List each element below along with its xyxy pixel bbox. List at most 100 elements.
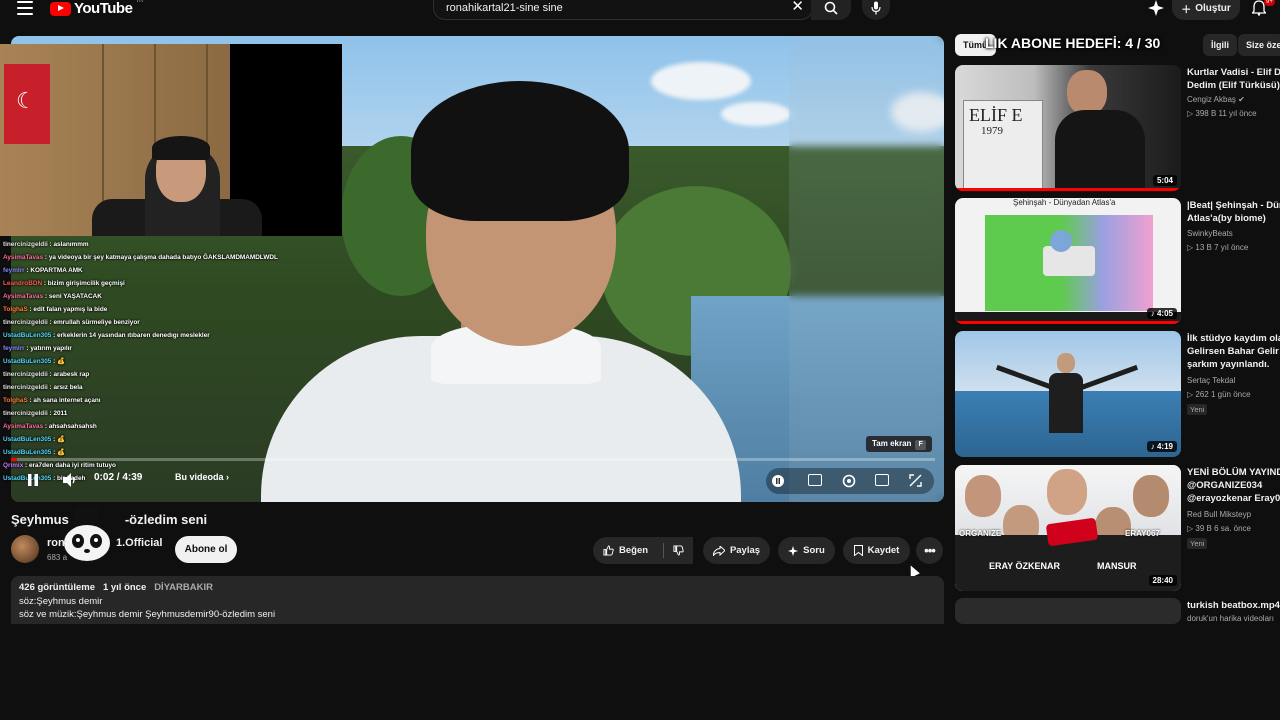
recommendation-title[interactable]: Kurtlar Vadisi - Elif De Dedim (Elif Tür… xyxy=(1187,66,1280,92)
stats-label: 39 B 6 sa. önce xyxy=(1195,524,1251,533)
recommendation-item[interactable]: turkish beatbox.mp4 doruk'un harika vide… xyxy=(955,598,1280,624)
duration-label: 4:19 xyxy=(1156,442,1173,451)
subscribe-button[interactable]: Abone ol xyxy=(175,536,237,563)
settings-gear-icon[interactable] xyxy=(841,473,857,489)
recommendation-item[interactable]: Şehinşah - Dünyadan Atlas'a ♪ 4:05 |Beat… xyxy=(955,198,1280,326)
video-frame-person-hair xyxy=(411,81,629,221)
search-button[interactable] xyxy=(811,0,851,20)
watched-progress xyxy=(955,321,1181,324)
progress-bar[interactable] xyxy=(11,458,935,461)
recommendation-thumbnail[interactable] xyxy=(955,598,1181,624)
ask-button[interactable]: Soru xyxy=(778,537,835,564)
recommendation-channel[interactable]: Cengiz Akbaş ✔ xyxy=(1187,95,1245,104)
share-icon xyxy=(712,545,725,556)
title-line: @erayozkenar Eray0 xyxy=(1187,493,1280,504)
fullscreen-icon[interactable] xyxy=(909,474,922,487)
chat-text: edit falan yapmış la bide xyxy=(33,306,108,313)
chat-text: ahsahsahsahsh xyxy=(48,423,97,430)
chat-text: erkeklerin 14 yasından ıtıbaren denedıgı… xyxy=(57,332,210,339)
recommendation-stats: ▷ 398 B 11 yıl önce xyxy=(1187,109,1257,118)
clear-search-icon[interactable]: ✕ xyxy=(791,0,804,14)
duration-badge: 5:04 xyxy=(1152,175,1177,186)
voice-search-button[interactable] xyxy=(862,0,890,20)
recommendation-title[interactable]: İlk stüdyo kaydım ola Gelirsen Bahar Gel… xyxy=(1187,332,1280,371)
view-count: 426 görüntüleme xyxy=(19,582,96,593)
thumb-text: ORGANIZE xyxy=(959,529,1002,538)
chapter-button[interactable]: Bu videoda › xyxy=(175,472,229,482)
tooltip-label: Tam ekran xyxy=(872,439,912,448)
chat-message: AysimaTavas : ya videoya bir şey katmaya… xyxy=(3,251,303,264)
recommendation-title[interactable]: YENİ BÖLÜM YAYIND @ORGANIZE034 @erayozke… xyxy=(1187,466,1280,505)
recommendation-thumbnail[interactable]: ♪ 4:19 xyxy=(955,331,1181,457)
title-line: turkish beatbox.mp4 xyxy=(1187,600,1280,611)
chat-username: UstadBuLen305 xyxy=(3,436,52,443)
logo-region: TR xyxy=(135,0,144,4)
autoplay-toggle-icon[interactable] xyxy=(772,475,784,487)
duration-badge: 28:40 xyxy=(1148,575,1177,586)
create-button[interactable]: ＋ Oluştur xyxy=(1172,0,1240,20)
chat-message: TolghaS : ah sana internet açanı xyxy=(3,394,303,407)
channel-name[interactable]: ron xyxy=(47,537,65,549)
turkish-flag-icon: ☾ xyxy=(4,64,50,144)
chat-text: bizim girişimcilik geçmişi xyxy=(47,280,125,287)
player-controls: 0:02 / 4:39 Bu videoda › xyxy=(11,466,944,496)
thumb-text: Şehinşah - Dünyadan Atlas'a xyxy=(1013,198,1116,207)
volume-icon[interactable] xyxy=(63,473,79,487)
chat-username: tinercinizgeldii xyxy=(3,384,48,391)
recommendation-stats: ▷ 39 B 6 sa. önce xyxy=(1187,524,1251,533)
title-line: @ORGANIZE034 xyxy=(1187,480,1263,491)
chat-username: feymlrr xyxy=(3,345,25,352)
recommendation-item[interactable]: ELİF E 1979 5:04 Kurtlar Vadisi - Elif D… xyxy=(955,65,1280,193)
tooltip-shortcut: F xyxy=(915,440,926,450)
chat-message: UstadBuLen305 : 💰 xyxy=(3,355,303,368)
title-line: İlk stüdyo kaydım ola xyxy=(1187,333,1280,344)
recommendation-thumbnail[interactable]: Şehinşah - Dünyadan Atlas'a ♪ 4:05 xyxy=(955,198,1181,324)
recommendation-thumbnail[interactable]: ORGANIZE ERAY ÖZKENAR MANSUR ERAY067 28:… xyxy=(955,465,1181,591)
description-line: söz ve müzik:Şeyhmus demir Şeyhmusdemir9… xyxy=(19,609,276,620)
microphone-icon xyxy=(871,1,881,15)
thumb-face xyxy=(1133,475,1169,517)
chat-message: tinercinizgeldii : arsız bela xyxy=(3,381,303,394)
channel-avatar[interactable] xyxy=(11,535,39,563)
recommendation-thumbnail[interactable]: ELİF E 1979 5:04 xyxy=(955,65,1181,191)
title-line: YENİ BÖLÜM YAYIND xyxy=(1187,467,1280,478)
thumb-face xyxy=(1057,353,1075,373)
save-button[interactable]: Kaydet xyxy=(843,537,910,564)
chat-text: yatırım yapılır xyxy=(30,345,72,352)
more-actions-button[interactable]: ••• xyxy=(916,537,943,564)
title-line: Atlas'a(by biome) xyxy=(1187,213,1266,224)
share-button[interactable]: Paylaş xyxy=(703,537,770,564)
recommendation-channel[interactable]: Red Bull Mikstеyp xyxy=(1187,510,1251,519)
recommendation-channel[interactable]: doruk'un harika videoları xyxy=(1187,614,1274,623)
panda-mascot-icon xyxy=(62,507,112,563)
recommendation-item[interactable]: ORGANIZE ERAY ÖZKENAR MANSUR ERAY067 28:… xyxy=(955,465,1280,593)
pause-icon[interactable] xyxy=(28,474,38,486)
youtube-logo[interactable]: YouTube TR xyxy=(50,0,143,17)
search-input[interactable]: ronahikartal21-sine sine ✕ xyxy=(433,0,813,20)
description-box[interactable]: 426 görüntüleme 1 yıl önce DİYARBAKIR sö… xyxy=(11,576,944,624)
dislike-button[interactable] xyxy=(664,537,693,564)
ask-label: Soru xyxy=(803,545,825,556)
video-frame-cloud xyxy=(651,62,751,100)
sparkle-icon xyxy=(788,545,799,556)
views-icon: ▷ xyxy=(1187,524,1194,533)
chat-message: tinercinizgeldii : 2011 xyxy=(3,407,303,420)
recommendation-channel[interactable]: SwinkyBeats xyxy=(1187,229,1233,238)
location-tag[interactable]: DİYARBAKIR xyxy=(154,582,213,593)
chip-for-you[interactable]: Size öze xyxy=(1238,34,1280,56)
chat-message: UstadBuLen305 : erkeklerin 14 yasından ı… xyxy=(3,329,303,342)
chat-message: TolghaS : edit falan yapmış la bide xyxy=(3,303,303,316)
chip-related[interactable]: İlgili xyxy=(1203,34,1237,56)
channel-name-suffix[interactable]: 1.Official xyxy=(116,537,162,549)
ai-sparkle-icon[interactable] xyxy=(1148,0,1164,16)
theater-mode-icon[interactable] xyxy=(875,474,889,486)
subtitles-icon[interactable] xyxy=(808,474,822,486)
recommendation-title[interactable]: |Beat| Şehinşah - Dün Atlas'a(by biome) xyxy=(1187,199,1280,225)
recommendation-title[interactable]: turkish beatbox.mp4 xyxy=(1187,599,1280,612)
recommendation-channel[interactable]: Sertaç Tekdal xyxy=(1187,376,1235,385)
recommendation-item[interactable]: ♪ 4:19 İlk stüdyo kaydım ola Gelirsen Ba… xyxy=(955,331,1280,459)
menu-icon[interactable] xyxy=(17,1,33,15)
chat-username: feymlrr xyxy=(3,267,25,274)
share-label: Paylaş xyxy=(729,545,761,556)
video-frame-cloud xyxy=(721,102,791,126)
